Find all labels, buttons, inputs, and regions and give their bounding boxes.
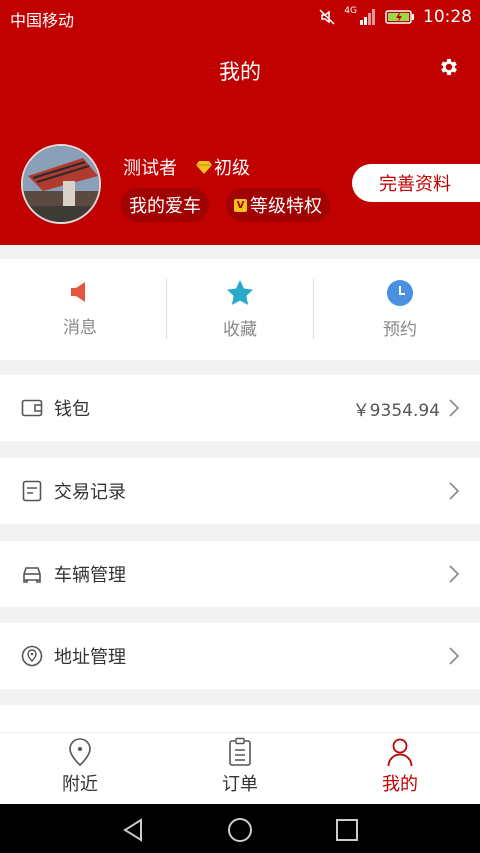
divider (313, 279, 314, 339)
nav-orders-label: 订单 (222, 774, 258, 795)
quick-actions: 消息 收藏 预约 (0, 259, 480, 360)
network-type: 4G (344, 6, 357, 16)
quick-favorites-label: 收藏 (223, 320, 257, 340)
privileges-label: 等级特权 (250, 196, 322, 217)
star-icon (227, 280, 253, 305)
chevron-right-icon (449, 399, 460, 417)
status-icons: 4G 10:28 (318, 4, 472, 30)
nav-mine[interactable]: 我的 (320, 733, 480, 804)
vip-icon: V (234, 198, 247, 212)
wallet-label: 钱包 (54, 399, 90, 420)
speaker-icon (71, 282, 85, 302)
chevron-right-icon (449, 482, 460, 500)
level-badge: 初级 (196, 154, 250, 180)
my-car-button[interactable]: 我的爱车 (121, 188, 209, 222)
addresses-label: 地址管理 (54, 647, 126, 668)
clipboard-icon (229, 737, 251, 766)
carrier-name: 中国移动 (10, 11, 75, 30)
status-time: 10:28 (423, 7, 472, 27)
wallet-icon (21, 399, 43, 417)
gear-icon[interactable] (438, 56, 460, 78)
nav-nearby[interactable]: 附近 (0, 733, 160, 804)
quick-appointments-label: 预约 (383, 320, 417, 340)
battery-icon (385, 10, 414, 24)
level-label: 初级 (214, 158, 250, 179)
transactions-row[interactable]: 交易记录 (0, 458, 480, 524)
chevron-right-icon (449, 565, 460, 583)
quick-messages[interactable]: 消息 (0, 259, 160, 360)
wallet-balance: ￥9354.94 (352, 400, 440, 421)
nav-nearby-label: 附近 (62, 774, 98, 795)
addresses-row[interactable]: 地址管理 (0, 623, 480, 689)
vehicles-row[interactable]: 车辆管理 (0, 541, 480, 607)
home-icon[interactable] (227, 817, 253, 843)
bottom-nav: 附近 订单 我的 (0, 732, 480, 804)
recents-icon[interactable] (334, 817, 360, 843)
complete-profile-button[interactable]: 完善资料 (352, 164, 480, 202)
location-icon (21, 645, 43, 667)
person-icon (387, 738, 413, 767)
my-car-label: 我的爱车 (129, 196, 201, 217)
privileges-button[interactable]: V 等级特权 (226, 188, 330, 222)
quick-appointments[interactable]: 预约 (320, 259, 480, 360)
car-icon (23, 567, 41, 583)
username: 测试者 (123, 158, 177, 179)
mute-icon (319, 9, 335, 25)
vehicles-label: 车辆管理 (54, 565, 126, 586)
status-bar: 中国移动 4G 10:28 (0, 0, 480, 34)
location-pin-icon (69, 738, 91, 767)
signal-icon (360, 9, 375, 25)
quick-messages-label: 消息 (63, 318, 97, 338)
diamond-icon (196, 161, 212, 174)
back-icon[interactable] (120, 817, 146, 843)
profile-header: 我的 测试者 初级 我的爱车 V 等级特权 完善资料 (0, 34, 480, 245)
transactions-label: 交易记录 (54, 482, 126, 503)
complete-profile-label: 完善资料 (379, 174, 451, 195)
clock-icon (387, 280, 413, 306)
screen: 中国移动 4G 10:28 我的 测试者 初级 我的爱车 V 等级特权 完善资料… (0, 0, 480, 853)
quick-favorites[interactable]: 收藏 (160, 259, 320, 360)
avatar[interactable] (21, 144, 101, 224)
document-icon (22, 480, 42, 502)
nav-mine-label: 我的 (382, 774, 418, 795)
system-nav-bar (0, 804, 480, 853)
page-title: 我的 (219, 60, 261, 84)
avatar-image (23, 146, 99, 222)
chevron-right-icon (449, 647, 460, 665)
nav-orders[interactable]: 订单 (160, 733, 320, 804)
wallet-row[interactable]: 钱包 ￥9354.94 (0, 375, 480, 441)
